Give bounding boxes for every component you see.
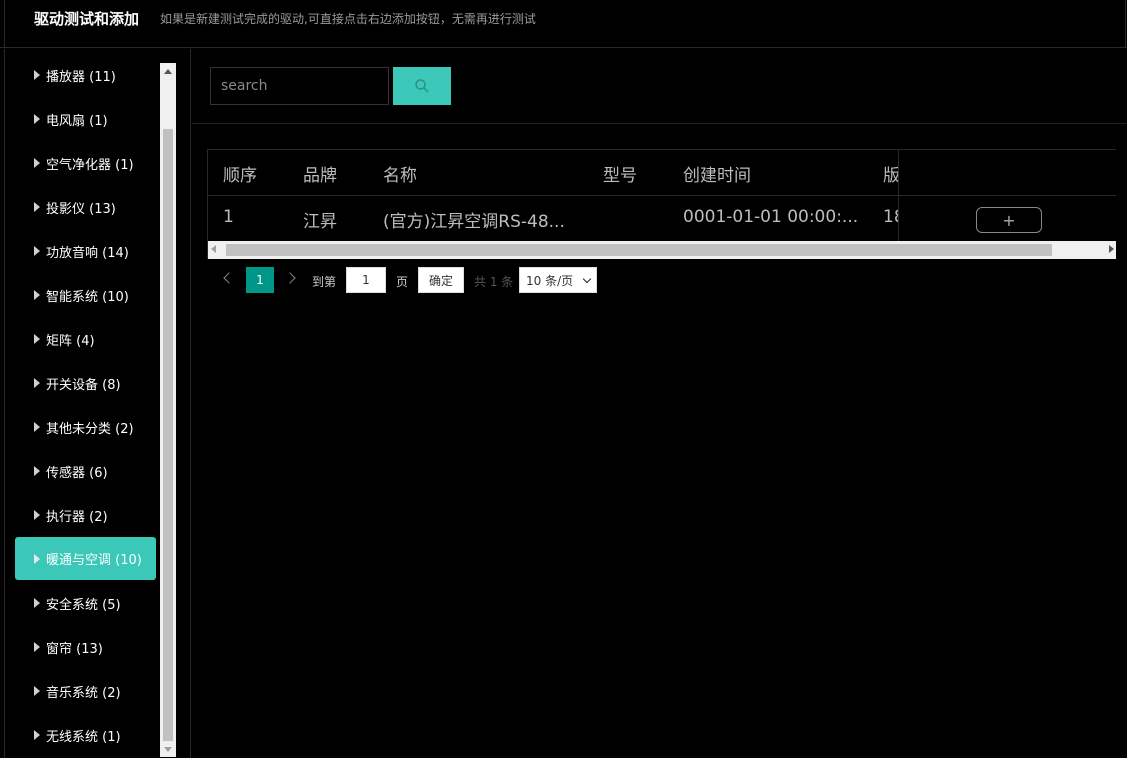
add-driver-button[interactable]: + xyxy=(976,207,1042,233)
cell-brand: 江昇 xyxy=(303,212,337,232)
col-header-order: 顺序 xyxy=(223,166,257,186)
goto-label: 到第 xyxy=(312,275,337,289)
category-item-matrix[interactable]: 矩阵 (4) xyxy=(15,318,156,360)
header-divider xyxy=(4,0,5,48)
page-size-value: 10 条/页 xyxy=(526,273,574,288)
caret-right-icon xyxy=(34,553,40,564)
divider xyxy=(192,123,1127,124)
category-label: 开关设备 (8) xyxy=(46,377,121,393)
caret-right-icon xyxy=(34,334,40,344)
category-label: 安全系统 (5) xyxy=(46,597,121,613)
category-item-curtain[interactable]: 窗帘 (13) xyxy=(15,626,156,668)
col-header-name: 名称 xyxy=(383,166,417,186)
search-icon xyxy=(415,79,429,93)
driver-table: 顺序 品牌 名称 型号 创建时间 版 1 江昇 (官方)江昇空调RS-48...… xyxy=(207,149,1116,259)
category-label: 其他未分类 (2) xyxy=(46,421,134,437)
caret-right-icon xyxy=(34,202,40,212)
caret-right-icon xyxy=(34,114,40,124)
goto-confirm-button[interactable]: 确定 xyxy=(418,267,464,293)
scrollbar-thumb[interactable] xyxy=(163,129,173,741)
category-item-hvac[interactable]: 暖通与空调 (10) xyxy=(15,537,156,580)
next-page-icon[interactable] xyxy=(284,272,296,284)
category-label: 智能系统 (10) xyxy=(46,289,129,305)
caret-right-icon xyxy=(34,598,40,608)
category-label: 矩阵 (4) xyxy=(46,333,95,349)
category-label: 窗帘 (13) xyxy=(46,641,103,657)
category-label: 播放器 (11) xyxy=(46,69,116,85)
caret-right-icon xyxy=(34,246,40,256)
pagination: 1 到第 页 确定 共 1 条 10 条/页 xyxy=(215,266,615,294)
page-header: 驱动测试和添加 如果是新建测试完成的驱动,可直接点击右边添加按钮，无需再进行测试 xyxy=(0,0,1127,48)
goto-page-input[interactable] xyxy=(346,267,386,293)
category-label: 空气净化器 (1) xyxy=(46,157,134,173)
caret-right-icon xyxy=(34,70,40,80)
category-label: 音乐系统 (2) xyxy=(46,685,121,701)
caret-right-icon xyxy=(34,510,40,520)
scroll-up-arrow-icon[interactable] xyxy=(160,63,176,79)
category-label: 执行器 (2) xyxy=(46,509,108,525)
sidebar-scrollbar[interactable] xyxy=(160,63,176,757)
page-title: 驱动测试和添加 xyxy=(34,10,140,28)
category-item-music[interactable]: 音乐系统 (2) xyxy=(15,670,156,712)
category-label: 无线系统 (1) xyxy=(46,729,121,745)
category-item-wireless[interactable]: 无线系统 (1) xyxy=(15,714,156,756)
caret-right-icon xyxy=(34,158,40,168)
header-divider xyxy=(1125,0,1126,48)
search-button[interactable] xyxy=(393,67,451,105)
category-label: 电风扇 (1) xyxy=(46,113,108,129)
scroll-right-arrow-icon[interactable] xyxy=(1109,245,1114,253)
table-horizontal-scrollbar[interactable] xyxy=(208,241,1116,259)
col-header-model: 型号 xyxy=(603,166,637,186)
scroll-down-arrow-icon[interactable] xyxy=(160,741,176,757)
col-header-brand: 品牌 xyxy=(303,166,337,186)
category-item-security[interactable]: 安全系统 (5) xyxy=(15,582,156,624)
row-divider xyxy=(899,195,1116,196)
prev-page-icon[interactable] xyxy=(223,272,235,284)
action-column: + xyxy=(898,150,1116,241)
caret-right-icon xyxy=(34,422,40,432)
caret-right-icon xyxy=(34,730,40,740)
category-item-uncategorized[interactable]: 其他未分类 (2) xyxy=(15,406,156,448)
cell-name: (官方)江昇空调RS-48... xyxy=(383,212,565,232)
category-label: 传感器 (6) xyxy=(46,465,108,481)
category-item-sensor[interactable]: 传感器 (6) xyxy=(15,450,156,492)
category-label: 功放音响 (14) xyxy=(46,245,129,261)
category-item-amplifier[interactable]: 功放音响 (14) xyxy=(15,230,156,272)
page-button-current[interactable]: 1 xyxy=(246,267,274,293)
category-item-fan[interactable]: 电风扇 (1) xyxy=(15,98,156,140)
scrollbar-thumb[interactable] xyxy=(226,244,1052,256)
search-input[interactable] xyxy=(210,67,389,105)
caret-right-icon xyxy=(34,466,40,476)
page-subtitle: 如果是新建测试完成的驱动,可直接点击右边添加按钮，无需再进行测试 xyxy=(160,12,536,26)
category-item-actuator[interactable]: 执行器 (2) xyxy=(15,494,156,536)
category-label: 投影仪 (13) xyxy=(46,201,116,217)
caret-right-icon xyxy=(34,378,40,388)
category-item-projector[interactable]: 投影仪 (13) xyxy=(15,186,156,228)
category-label: 暖通与空调 (10) xyxy=(46,553,142,568)
col-header-created: 创建时间 xyxy=(683,166,751,186)
category-item-air-purifier[interactable]: 空气净化器 (1) xyxy=(15,142,156,184)
caret-right-icon xyxy=(34,686,40,696)
page-size-select[interactable]: 10 条/页 xyxy=(519,267,597,293)
scroll-left-arrow-icon[interactable] xyxy=(211,245,216,253)
cell-created: 0001-01-01 00:00:... xyxy=(683,207,859,227)
total-count: 共 1 条 xyxy=(474,275,514,289)
category-item-switch-device[interactable]: 开关设备 (8) xyxy=(15,362,156,404)
category-item-smart-system[interactable]: 智能系统 (10) xyxy=(15,274,156,316)
caret-right-icon xyxy=(34,642,40,652)
page-unit-label: 页 xyxy=(396,275,409,289)
category-item-player[interactable]: 播放器 (11) xyxy=(15,54,156,96)
cell-order: 1 xyxy=(223,207,234,227)
caret-right-icon xyxy=(34,290,40,300)
chevron-down-icon xyxy=(582,274,592,284)
